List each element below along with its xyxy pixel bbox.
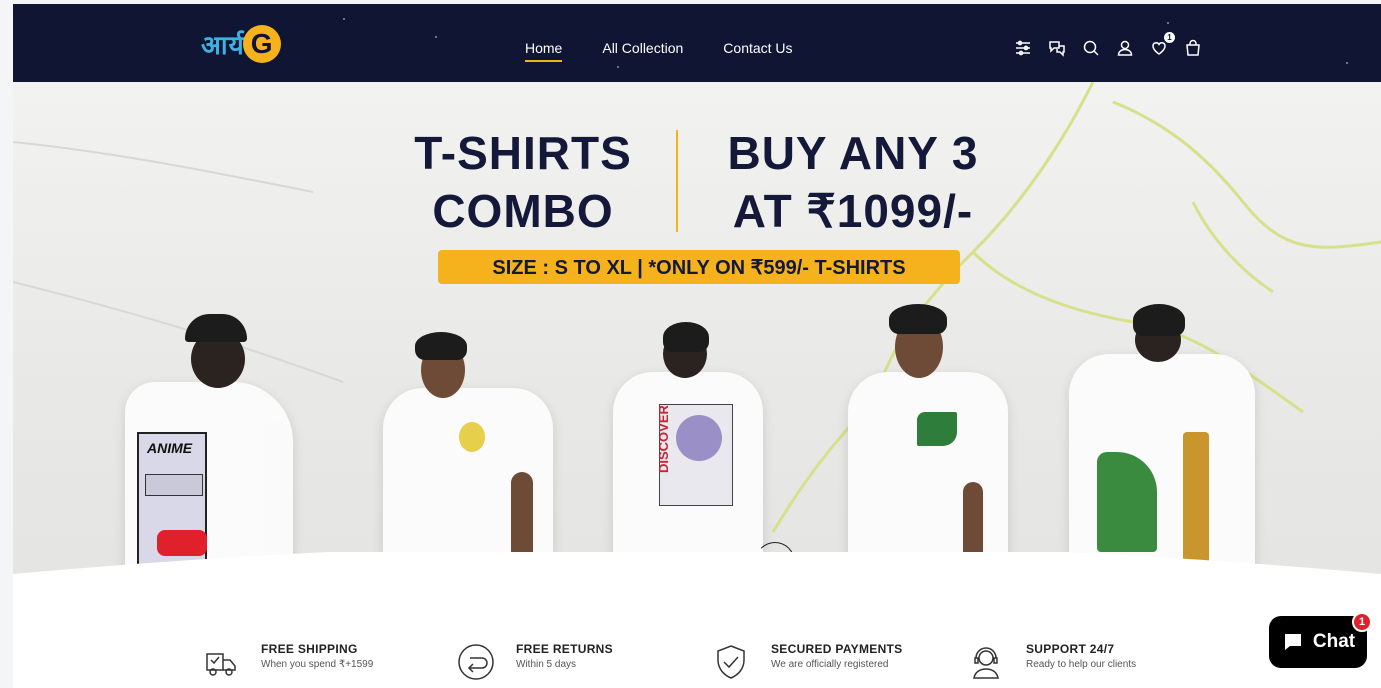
- header-icon-group: 1: [1013, 32, 1203, 58]
- print-anime-text: ANIME: [147, 440, 193, 456]
- feature-title: FREE SHIPPING: [261, 642, 358, 656]
- feature-subtitle: Within 5 days: [516, 659, 577, 670]
- filter-icon[interactable]: [1013, 38, 1033, 58]
- page-frame: आर्य G Home All Collection Contact Us 1 …: [13, 4, 1381, 688]
- features-bar: FREE SHIPPING When you spend ₹+1599 FREE…: [13, 614, 1381, 688]
- hero-headline-left: T-SHIRTS COMBO: [398, 124, 648, 240]
- main-nav: Home All Collection Contact Us: [525, 40, 793, 62]
- sparkle-decoration: [617, 66, 619, 68]
- hero-headline-right: BUY ANY 3 AT ₹1099/-: [703, 124, 1003, 240]
- wishlist-icon[interactable]: 1: [1149, 32, 1175, 58]
- feature-title: FREE RETURNS: [516, 642, 613, 656]
- sparkle-decoration: [1167, 22, 1169, 24]
- sparkle-decoration: [343, 18, 345, 20]
- headline-left-line2: COMBO: [432, 185, 614, 237]
- sparkle-decoration: [1346, 62, 1348, 64]
- return-arrow-icon: [456, 642, 496, 682]
- chat-unread-badge: 1: [1352, 612, 1372, 632]
- headline-left-line1: T-SHIRTS: [414, 127, 632, 179]
- feature-subtitle: When you spend ₹+1599: [261, 659, 374, 670]
- logo-g-mark: G: [242, 25, 281, 63]
- nav-contact-us[interactable]: Contact Us: [723, 40, 792, 62]
- feature-subtitle: We are officially registered: [771, 659, 889, 670]
- sparkle-decoration: [435, 36, 437, 38]
- feature-free-shipping: FREE SHIPPING When you spend ₹+1599: [201, 642, 373, 682]
- nav-home[interactable]: Home: [525, 40, 563, 62]
- feature-title: SECURED PAYMENTS: [771, 642, 903, 656]
- site-header: आर्य G Home All Collection Contact Us 1: [13, 4, 1381, 82]
- chat-label: Chat: [1312, 631, 1356, 652]
- feature-secured-payments: SECURED PAYMENTS We are officially regis…: [711, 642, 903, 682]
- search-icon[interactable]: [1081, 38, 1101, 58]
- user-icon[interactable]: [1115, 38, 1135, 58]
- feature-support-24-7: SUPPORT 24/7 Ready to help our clients: [966, 642, 1136, 682]
- logo-devanagari-text: आर्य: [201, 31, 245, 61]
- hero-banner[interactable]: T-SHIRTS COMBO BUY ANY 3 AT ₹1099/- SIZE…: [13, 82, 1381, 608]
- shield-check-icon: [711, 642, 751, 682]
- headline-right-line2: AT ₹1099/-: [732, 185, 974, 237]
- cart-icon[interactable]: [1183, 38, 1203, 58]
- headset-support-icon: [966, 642, 1006, 682]
- delivery-truck-icon: [201, 642, 241, 682]
- feature-subtitle: Ready to help our clients: [1026, 659, 1137, 670]
- feature-free-returns: FREE RETURNS Within 5 days: [456, 642, 613, 682]
- chat-bubble-icon: [1284, 634, 1301, 650]
- headline-divider: [676, 130, 678, 232]
- headline-right-line1: BUY ANY 3: [727, 127, 979, 179]
- wishlist-count-badge: 1: [1164, 32, 1175, 43]
- nav-all-collection[interactable]: All Collection: [602, 40, 683, 62]
- print-discover-text: DISCOVER: [656, 405, 671, 473]
- chat-bubbles-icon[interactable]: [1047, 38, 1067, 58]
- site-logo[interactable]: आर्य G: [201, 22, 281, 66]
- promo-strip: SIZE : S TO XL | *ONLY ON ₹599/- T-SHIRT…: [438, 250, 960, 284]
- feature-title: SUPPORT 24/7: [1026, 642, 1115, 656]
